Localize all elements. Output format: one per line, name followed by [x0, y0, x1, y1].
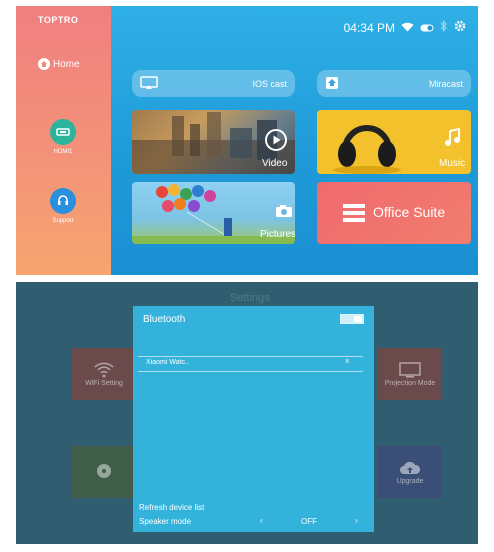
music-note-icon	[443, 127, 463, 153]
sidebar-item-hdmi[interactable]: HDMI1	[44, 119, 82, 155]
upgrade-card[interactable]: Upgrade	[378, 446, 442, 498]
home-label: Home	[53, 58, 80, 70]
ios-cast-label: IOS cast	[252, 78, 287, 89]
ios-cast-button[interactable]: IOS cast	[132, 70, 295, 97]
system-card[interactable]	[72, 446, 136, 498]
video-tile[interactable]: Video	[132, 110, 295, 174]
sidebar: TOPTRO Home HDMI1 Support	[16, 6, 111, 275]
office-suite-label: Office Suite	[373, 204, 446, 220]
chevron-right-icon[interactable]: ›	[355, 516, 358, 525]
toggle-knob	[354, 316, 362, 322]
pictures-label: Pictures	[260, 229, 295, 240]
wifi-icon	[401, 21, 414, 35]
speaker-mode-value: OFF	[301, 517, 317, 526]
miracast-icon	[325, 76, 339, 92]
video-label: Video	[262, 158, 288, 169]
dialog-title: Bluetooth	[143, 314, 186, 325]
toggle-icon	[420, 21, 434, 35]
home-screen: TOPTRO Home HDMI1 Support 04:34 PM IOS c…	[16, 6, 478, 275]
wifi-setting-label: WiFi Setting	[85, 379, 123, 387]
device-name: Xiaomi Watc..	[146, 359, 189, 366]
sidebar-item-support[interactable]: Support	[44, 188, 82, 224]
office-suite-tile[interactable]: Office Suite	[317, 182, 471, 244]
bluetooth-toggle[interactable]	[340, 314, 364, 324]
refresh-device-list-button[interactable]: Refresh device list	[139, 503, 204, 512]
upgrade-label: Upgrade	[396, 477, 424, 485]
clock: 04:34 PM	[343, 20, 395, 35]
settings-title: Settings	[230, 292, 270, 304]
miracast-label: Miracast	[428, 78, 463, 89]
miracast-button[interactable]: Miracast	[317, 70, 471, 97]
disc-icon	[95, 462, 113, 482]
bluetooth-icon	[440, 20, 448, 35]
bluetooth-dialog: Bluetooth Xiaomi Watc.. x Refresh device…	[133, 306, 374, 532]
cloud-upload-icon	[399, 460, 421, 478]
sidebar-item-label: HDMI1	[53, 149, 73, 155]
wifi-setting-card[interactable]: WiFi Setting	[72, 348, 136, 400]
camera-icon	[275, 204, 293, 223]
chevron-left-icon[interactable]: ‹	[260, 516, 263, 525]
speaker-mode-row: Speaker mode ‹ OFF ›	[133, 516, 374, 530]
pictures-tile[interactable]: Pictures	[132, 182, 295, 244]
music-label: Music	[439, 158, 466, 169]
device-row[interactable]: Xiaomi Watc.. x	[138, 356, 363, 372]
brand-logo: TOPTRO	[38, 15, 79, 25]
status-bar: 04:34 PM	[344, 20, 466, 35]
projection-mode-card[interactable]: Projection Mode	[378, 348, 442, 400]
gear-icon[interactable]	[454, 20, 466, 35]
settings-screen: Settings WiFi Setting Projection Mode Up…	[16, 282, 478, 544]
play-icon	[264, 128, 288, 157]
speaker-mode-label: Speaker mode	[139, 517, 192, 526]
monitor-icon	[399, 361, 421, 380]
hdmi-icon	[50, 119, 76, 145]
home-nav-item[interactable]: Home	[38, 58, 80, 70]
sidebar-item-label: Support	[52, 218, 74, 224]
document-list-icon	[343, 203, 365, 228]
close-icon[interactable]: x	[346, 358, 350, 365]
home-icon	[38, 58, 50, 70]
cast-icon	[140, 75, 158, 92]
headset-icon	[50, 188, 76, 214]
music-tile[interactable]: Music	[317, 110, 471, 174]
projection-mode-label: Projection Mode	[384, 379, 436, 387]
wifi-icon	[94, 362, 114, 380]
